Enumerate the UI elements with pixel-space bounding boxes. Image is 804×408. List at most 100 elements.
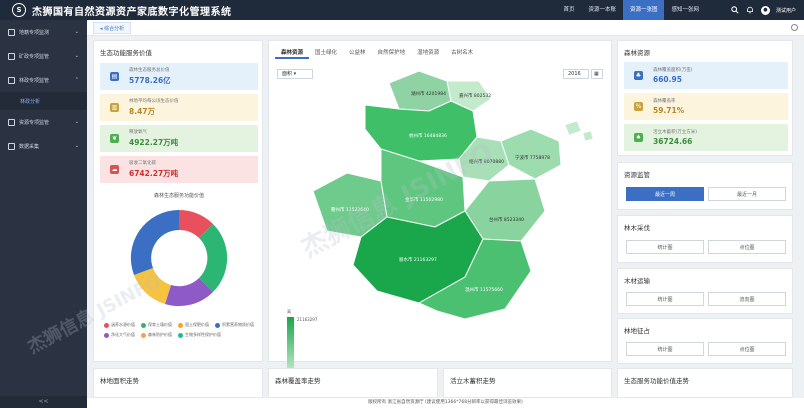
last-month-button[interactable]: 最近一月 bbox=[708, 187, 786, 201]
value-icon: ▤ bbox=[110, 72, 119, 81]
donut-title: 森林生态服务功能价值 bbox=[153, 193, 204, 199]
map-panel: 森林资源 国土绿化 公益林 自然保护地 湿地资源 古树名木 面积 ▾ 2016 … bbox=[268, 40, 612, 384]
logging-title: 林木采伐 bbox=[624, 224, 650, 232]
chevron-down-icon: ⌄ bbox=[74, 29, 79, 35]
region-label-lishui: 丽水市 21163297 bbox=[399, 256, 437, 263]
top-bar: S 杰狮国有自然资源资产家底数字化管理系统 首页 资源一本账 资源一张图 感知一… bbox=[0, 0, 804, 20]
eco-value-trend-panel: 生态服务功能价值走势 bbox=[617, 368, 793, 398]
resource-monitor-panel: 资源监管 最近一周 最近一月 bbox=[617, 162, 793, 210]
legend-item: 生物多样性保护价值 bbox=[178, 332, 221, 338]
stat-value: 660.95 bbox=[653, 75, 682, 84]
stat-label: 释放氧气 bbox=[129, 130, 147, 135]
procurement-chart-button[interactable]: 统计图 bbox=[626, 342, 704, 356]
nav-home[interactable]: 首页 bbox=[556, 0, 581, 20]
coverage-trend-title: 森林覆盖率走势 bbox=[275, 377, 321, 385]
tree-icon: ♠ bbox=[634, 133, 643, 142]
chevron-down-icon: ⌄ bbox=[74, 119, 79, 125]
coverage-trend-panel: 森林覆盖率走势 bbox=[268, 368, 438, 398]
footer: 版权所有 浙江省自然资源厅 (建议使用1366*768分辨率以获得最佳浏览效果) bbox=[87, 398, 804, 408]
top-icons: ● 测试用户 bbox=[731, 0, 796, 20]
region-label-huzhou: 湖州市 4201984 bbox=[411, 90, 446, 97]
legend-high-label: 高 bbox=[287, 309, 291, 314]
data-icon bbox=[8, 142, 15, 150]
chevron-up-icon: ⌃ bbox=[74, 77, 79, 83]
region-label-jinhua: 金华市 11502980 bbox=[405, 196, 443, 203]
sidebar-item-data-collection[interactable]: 数据采集 ⌄ bbox=[0, 134, 87, 158]
search-icon[interactable] bbox=[731, 6, 740, 15]
legend-max-label: 21163297 bbox=[297, 317, 318, 322]
legend-dot bbox=[178, 322, 183, 328]
region-ningbo bbox=[500, 128, 562, 180]
legend-dot bbox=[178, 332, 183, 338]
user-name[interactable]: 测试用户 bbox=[776, 7, 796, 14]
user-icon[interactable]: ● bbox=[760, 5, 770, 15]
legend-label: 积累营养物质价值 bbox=[222, 322, 254, 327]
leaf-icon: ❦ bbox=[110, 134, 119, 143]
stat-co2: ☁ 吸收二氧化碳 6742.27万吨 bbox=[100, 156, 258, 183]
transport-title: 木材运输 bbox=[624, 277, 650, 285]
sidebar-subitem-forestry-analysis[interactable]: 林政分析 bbox=[0, 92, 87, 110]
transport-chart-button[interactable]: 统计图 bbox=[626, 292, 704, 306]
donut-slice-nutrients bbox=[134, 268, 171, 304]
logging-chart-button[interactable]: 统计图 bbox=[626, 240, 704, 254]
sidebar-collapse-button[interactable]: << bbox=[0, 396, 87, 408]
procurement-title: 林地征占 bbox=[624, 327, 650, 335]
stat-timber-volume: ♠ 活立木蓄积(万立方米) 36724.66 bbox=[624, 124, 788, 151]
sidebar-item-mining[interactable]: 矿政专项监管 ⌄ bbox=[0, 44, 87, 68]
stat-forest-area: ♣ 森林覆盖面积(万亩) 660.95 bbox=[624, 62, 788, 89]
stat-value: 8.47万 bbox=[129, 107, 156, 116]
sidebar: 地籍专项监测 ⌄ 矿政专项监管 ⌄ 林政专项监管 ⌃ 林政分析 资源专项监管 ⌄… bbox=[0, 20, 87, 408]
region-label-quzhou: 衢州市 11522640 bbox=[331, 206, 369, 213]
breadcrumb: ◂ 综合分析 bbox=[87, 20, 804, 36]
tree-icon bbox=[8, 76, 15, 84]
procurement-panel: 林地征占 统计图 点位图 bbox=[617, 318, 793, 364]
region-label-taizhou: 台州市 8523340 bbox=[489, 216, 524, 223]
region-label-hangzhou: 杭州市 16484836 bbox=[409, 132, 447, 139]
tab-comprehensive-analysis[interactable]: ◂ 综合分析 bbox=[93, 21, 132, 34]
legend-item: 涵养水源价值 bbox=[104, 322, 135, 328]
mine-icon bbox=[8, 52, 15, 60]
logging-point-map-button[interactable]: 点位图 bbox=[708, 240, 786, 254]
stat-value: 6742.27万吨 bbox=[129, 169, 179, 178]
eco-value-trend-title: 生态服务功能价值走势 bbox=[624, 377, 689, 385]
stat-label: 活立木蓄积(万立方米) bbox=[653, 130, 698, 135]
legend-dot bbox=[104, 322, 109, 328]
donut-chart bbox=[130, 209, 228, 307]
logging-panel: 林木采伐 统计图 点位图 bbox=[617, 215, 793, 263]
map-icon bbox=[8, 28, 15, 36]
last-week-button[interactable]: 最近一周 bbox=[626, 187, 704, 201]
chevron-down-icon: ⌄ bbox=[74, 143, 79, 149]
chevron-down-icon: ⌄ bbox=[74, 53, 79, 59]
forest-area-trend-panel: 林地面积走势 bbox=[93, 368, 263, 398]
legend-label: 森林防护价值 bbox=[148, 332, 172, 337]
province-map: 湖州市 4201984 嘉兴市 802532 杭州市 16484836 绍兴市 … bbox=[312, 70, 594, 320]
stat-per-hectare: ▥ 林地平均每公顷生态价值 8.47万 bbox=[100, 94, 258, 121]
stat-label: 森林覆盖率 bbox=[653, 99, 676, 104]
donut-slice-air bbox=[130, 209, 179, 275]
bell-icon[interactable] bbox=[746, 6, 755, 15]
stat-value: 5778.26亿 bbox=[129, 76, 171, 85]
nav-sensor-network[interactable]: 感知一张网 bbox=[664, 0, 706, 20]
resource-icon bbox=[8, 118, 15, 126]
island-zhoushan bbox=[582, 130, 594, 142]
legend-item: 保育土壤价值 bbox=[141, 322, 172, 328]
tree-icon: ♣ bbox=[634, 71, 643, 80]
sidebar-item-label: 地籍专项监测 bbox=[19, 29, 50, 36]
legend-dot bbox=[104, 332, 109, 338]
gear-icon[interactable] bbox=[791, 24, 798, 31]
procurement-point-map-button[interactable]: 点位图 bbox=[708, 342, 786, 356]
island-zhoushan bbox=[564, 120, 582, 136]
legend-label: 生物多样性保护价值 bbox=[185, 332, 221, 337]
legend-label: 固土保肥价值 bbox=[185, 322, 209, 327]
stat-oxygen: ❦ 释放氧气 4922.27万吨 bbox=[100, 125, 258, 152]
top-nav: 首页 资源一本账 资源一张图 感知一张网 bbox=[556, 0, 706, 20]
stat-total-value: ▤ 森林生态服务总价值 5778.26亿 bbox=[100, 63, 258, 90]
sidebar-item-forestry[interactable]: 林政专项监管 ⌃ bbox=[0, 68, 87, 92]
sidebar-item-cadastral[interactable]: 地籍专项监测 ⌄ bbox=[0, 20, 87, 44]
nav-resource-ledger[interactable]: 资源一本账 bbox=[581, 0, 623, 20]
legend-item: 森林防护价值 bbox=[141, 332, 172, 338]
sidebar-item-resource[interactable]: 资源专项监管 ⌄ bbox=[0, 110, 87, 134]
transport-flow-map-button[interactable]: 流向图 bbox=[708, 292, 786, 306]
nav-resource-map[interactable]: 资源一张图 bbox=[622, 0, 665, 20]
legend-dot bbox=[215, 322, 220, 328]
